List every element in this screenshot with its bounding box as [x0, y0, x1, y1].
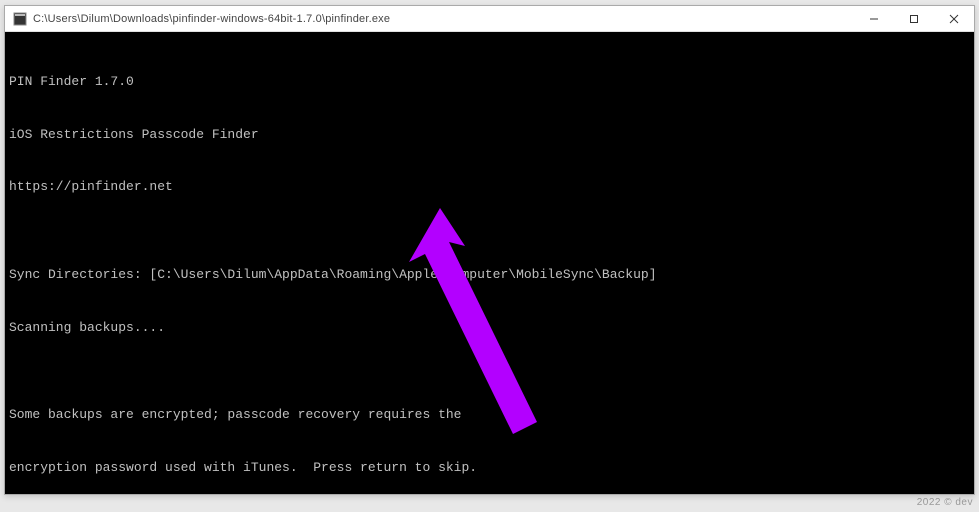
app-window: C:\Users\Dilum\Downloads\pinfinder-windo…: [4, 5, 975, 495]
minimize-button[interactable]: [854, 6, 894, 31]
terminal-line: Some backups are encrypted; passcode rec…: [9, 406, 970, 424]
close-button[interactable]: [934, 6, 974, 31]
terminal-output[interactable]: PIN Finder 1.7.0 iOS Restrictions Passco…: [5, 32, 974, 494]
terminal-line: https://pinfinder.net: [9, 178, 970, 196]
terminal-line: Scanning backups....: [9, 319, 970, 337]
titlebar[interactable]: C:\Users\Dilum\Downloads\pinfinder-windo…: [5, 6, 974, 32]
terminal-line: PIN Finder 1.7.0: [9, 73, 970, 91]
window-title: C:\Users\Dilum\Downloads\pinfinder-windo…: [33, 13, 854, 25]
terminal-line: Sync Directories: [C:\Users\Dilum\AppDat…: [9, 266, 970, 284]
terminal-line: iOS Restrictions Passcode Finder: [9, 126, 970, 144]
watermark-text: 2022 © dev: [917, 497, 973, 508]
window-controls: [854, 6, 974, 31]
maximize-button[interactable]: [894, 6, 934, 31]
terminal-line: encryption password used with iTunes. Pr…: [9, 459, 970, 477]
app-icon: [13, 12, 27, 26]
